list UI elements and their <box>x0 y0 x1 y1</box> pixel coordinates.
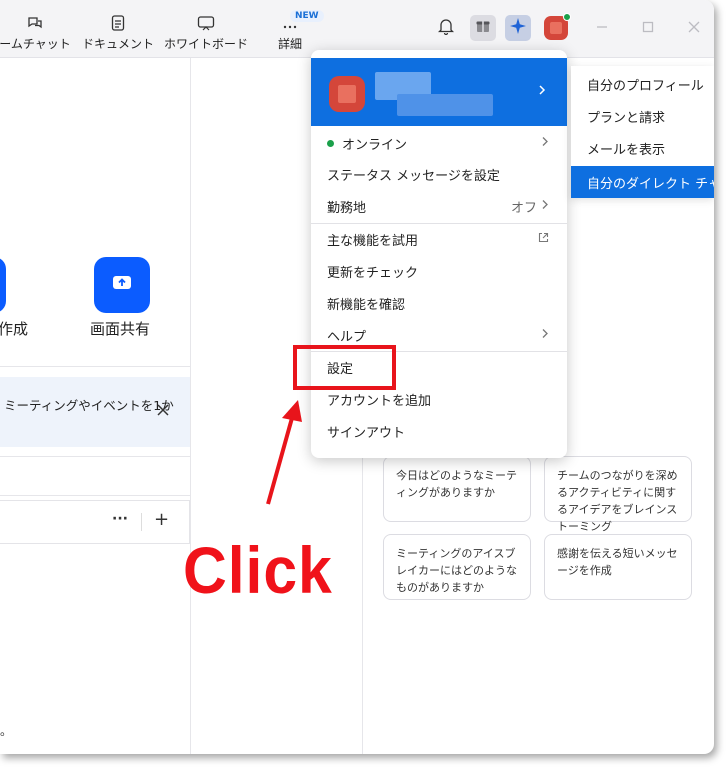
menu-item-label: アカウントを追加 <box>327 393 432 409</box>
submenu-item-profile[interactable]: 自分のプロフィール <box>571 68 714 100</box>
close-icon <box>688 18 700 37</box>
section-divider <box>0 495 190 496</box>
submenu-item-direct-chat[interactable]: 自分のダイレクト チャット <box>571 166 714 198</box>
close-window-button[interactable] <box>683 16 705 38</box>
menu-item-whats-new[interactable]: 新機能を確認 <box>311 287 567 319</box>
chat-bubble-icon <box>26 14 44 32</box>
suggestion-card[interactable]: ミーティングのアイスブレイカーにはどのようなものがありますか <box>383 534 531 600</box>
profile-avatar-button[interactable] <box>543 13 571 41</box>
work-location-value: オフ <box>510 200 537 216</box>
nav-whiteboard[interactable]: ホワイトボード <box>164 0 249 58</box>
click-annotation: Click <box>183 533 333 607</box>
document-icon <box>109 14 127 32</box>
nav-team-chat-label: ームチャット <box>0 37 71 51</box>
nav-more[interactable]: 詳細 <box>272 0 308 58</box>
share-screen-label: 画面共有 <box>90 320 151 338</box>
notice-banner: ミーティングやイベントを1か <box>0 377 190 447</box>
external-link-icon <box>538 232 549 247</box>
online-status-dot <box>563 13 571 21</box>
share-screen-icon <box>111 273 133 297</box>
menu-item-label: ステータス メッセージを設定 <box>327 168 500 184</box>
suggestion-card[interactable]: 今日はどのようなミーティングがありますか <box>383 456 531 522</box>
sparkle-icon <box>509 17 527 39</box>
chat-list-header: ··· + <box>0 500 190 544</box>
notification-bell-button[interactable] <box>433 15 459 41</box>
profile-submenu: 自分のプロフィール プランと請求 メールを表示 自分のダイレクト チャット <box>571 66 714 198</box>
ai-companion-button[interactable] <box>505 15 531 41</box>
menu-item-try-features[interactable]: 主な機能を試用 <box>311 223 567 255</box>
add-button[interactable]: + <box>154 509 169 530</box>
menu-item-label: 主な機能を試用 <box>327 233 419 249</box>
more-options-button[interactable]: ··· <box>112 511 128 527</box>
settings-highlight-box <box>293 345 396 390</box>
nav-docs[interactable]: ドキュメント <box>82 0 154 58</box>
chevron-right-icon <box>541 199 549 214</box>
whiteboard-icon <box>197 14 215 32</box>
menu-item-label: 更新をチェック <box>327 265 419 281</box>
menu-item-work-location[interactable]: 勤務地 オフ <box>311 190 567 222</box>
minimize-icon <box>596 18 608 37</box>
nav-team-chat[interactable]: ームチャット <box>0 0 71 58</box>
nav-more-label: 詳細 <box>277 37 302 51</box>
column-divider-left <box>190 58 191 754</box>
notice-text: ミーティングやイベントを1か <box>4 398 174 413</box>
new-badge: NEW <box>290 10 324 22</box>
create-label: 作成 <box>0 320 29 338</box>
create-button[interactable] <box>0 257 6 313</box>
menu-item-label: ヘルプ <box>327 329 367 345</box>
menu-item-label: 新機能を確認 <box>327 297 406 313</box>
gift-button[interactable] <box>470 15 496 41</box>
chevron-right-icon <box>541 136 549 151</box>
submenu-item-plan-billing[interactable]: プランと請求 <box>571 100 714 132</box>
menu-item-label: オンライン <box>342 137 408 153</box>
profile-header[interactable] <box>311 58 567 126</box>
nav-whiteboard-label: ホワイトボード <box>164 37 249 51</box>
close-icon <box>154 404 172 423</box>
suggestion-card[interactable]: 感謝を伝える短いメッセージを作成 <box>544 534 692 600</box>
row-separator <box>141 513 142 531</box>
blurred-email <box>397 94 493 116</box>
menu-item-label: サインアウト <box>327 425 406 441</box>
menu-item-label: 勤務地 <box>327 200 367 216</box>
maximize-window-button[interactable] <box>637 16 659 38</box>
chevron-right-icon <box>541 328 549 343</box>
section-divider <box>0 456 190 457</box>
gift-icon <box>475 18 491 38</box>
section-divider <box>0 366 190 367</box>
suggestion-card[interactable]: チームのつながりを深めるアクティビティに関するアイデアをブレインストーミング <box>544 456 692 533</box>
maximize-icon <box>642 18 654 37</box>
red-arrow-icon <box>266 400 302 505</box>
menu-item-check-updates[interactable]: 更新をチェック <box>311 255 567 287</box>
chevron-right-icon <box>537 84 547 100</box>
minimize-window-button[interactable] <box>591 16 613 38</box>
share-screen-button[interactable] <box>94 257 150 313</box>
notice-close-button[interactable] <box>154 401 172 419</box>
menu-item-sign-out[interactable]: サインアウト <box>311 415 567 447</box>
online-status-dot <box>327 139 334 147</box>
menu-item-status-message[interactable]: ステータス メッセージを設定 <box>311 158 567 190</box>
profile-menu: オンライン ステータス メッセージを設定 勤務地 オフ 主な機能を試用 更新をチ… <box>311 50 567 458</box>
avatar <box>329 76 365 112</box>
bell-icon <box>437 18 455 39</box>
nav-docs-label: ドキュメント <box>82 37 155 51</box>
footnote-mark: 。 <box>0 724 13 738</box>
menu-item-online[interactable]: オンライン <box>311 127 567 159</box>
submenu-item-show-email[interactable]: メールを表示 <box>571 132 714 164</box>
